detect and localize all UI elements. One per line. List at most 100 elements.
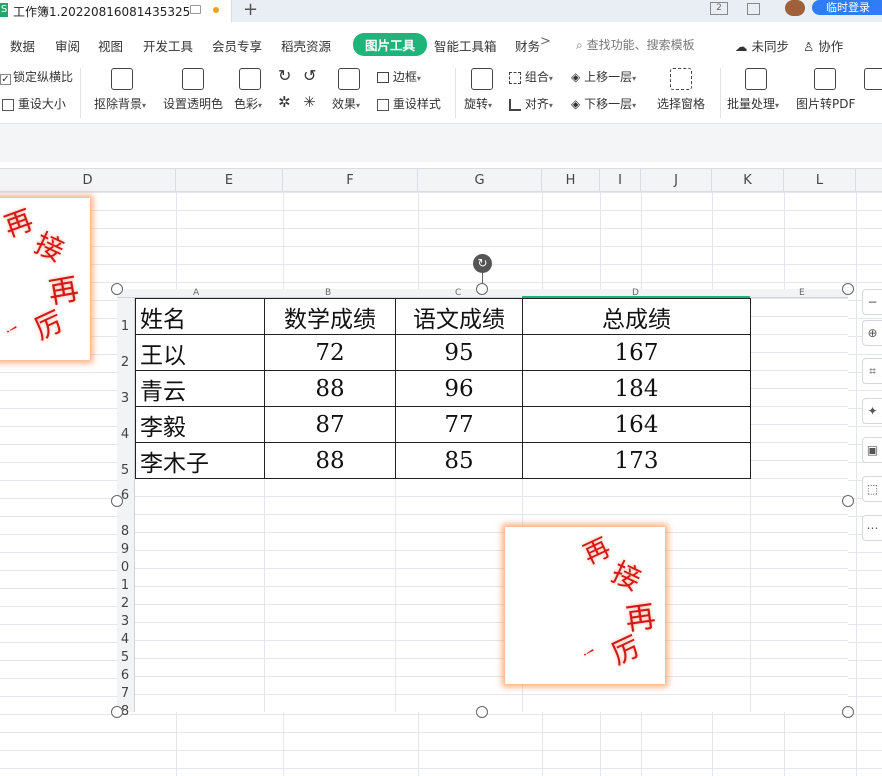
menu-developer[interactable]: 开发工具 bbox=[143, 36, 193, 55]
brightness-down-icon[interactable]: ✳ bbox=[303, 93, 316, 111]
window-count-icon[interactable]: 2 bbox=[710, 2, 728, 15]
cell-math: 87 bbox=[264, 406, 396, 443]
table-row: 李木子 88 85 173 bbox=[135, 442, 751, 479]
bulb-icon[interactable]: ✦ bbox=[862, 398, 882, 424]
grid-apps-icon[interactable] bbox=[747, 3, 760, 15]
menu-finance[interactable]: 财务 bbox=[515, 36, 540, 55]
ribbon-separator bbox=[455, 68, 456, 118]
user-avatar[interactable] bbox=[785, 0, 805, 16]
cell-total: 167 bbox=[522, 334, 751, 371]
monitor-icon[interactable] bbox=[190, 5, 201, 14]
resize-handle[interactable] bbox=[111, 283, 123, 295]
sync-status[interactable]: ☁ 未同步 bbox=[735, 36, 789, 55]
image-row-number: 9 bbox=[120, 542, 130, 557]
image-row-number: 3 bbox=[120, 391, 130, 406]
image-row-number: 1 bbox=[120, 319, 130, 334]
column-header-h[interactable]: H bbox=[542, 169, 600, 193]
resize-handle[interactable] bbox=[111, 495, 123, 507]
send-backward-label: 下移一层 bbox=[584, 97, 633, 111]
color-icon bbox=[239, 68, 261, 90]
column-header-d[interactable]: D bbox=[0, 169, 176, 193]
image-icon[interactable]: ▣ bbox=[862, 437, 882, 463]
app-window: S 工作簿1.20220816081435325 + 2 临时登录 数据 审阅 … bbox=[0, 0, 882, 776]
rotate-right-icon[interactable]: ↺ bbox=[303, 66, 316, 85]
rotate-left-icon[interactable]: ↻ bbox=[278, 66, 291, 85]
cutout-icon[interactable]: ⬚ bbox=[862, 476, 882, 502]
effects-button[interactable]: 效果▾ bbox=[332, 95, 360, 112]
cell-name: 李毅 bbox=[135, 406, 265, 443]
resize-handle[interactable] bbox=[842, 283, 854, 295]
zoom-out-icon[interactable]: − bbox=[862, 289, 882, 315]
image-row-number: 1 bbox=[120, 578, 130, 593]
more-tool-icon[interactable] bbox=[864, 68, 882, 90]
resize-handle[interactable] bbox=[476, 283, 488, 295]
color-button[interactable]: 色彩▾ bbox=[234, 95, 262, 112]
menu-more-chevron-icon[interactable]: > bbox=[540, 34, 551, 49]
feature-search[interactable]: ⌕ 查找功能、搜索模板 bbox=[576, 36, 695, 53]
image-row-number: 7 bbox=[120, 686, 130, 701]
document-tab[interactable]: S 工作簿1.20220816081435325 bbox=[0, 0, 232, 22]
align-button[interactable]: 对齐▾ bbox=[509, 95, 553, 112]
header-total: 总成绩 bbox=[522, 298, 751, 335]
reset-size-icon bbox=[2, 98, 14, 111]
resize-handle[interactable] bbox=[111, 706, 123, 718]
selection-pane-button[interactable]: 选择窗格 bbox=[657, 95, 705, 112]
table-image[interactable]: A B C D E 1 2 3 4 5 6 8 9 0 1 2 3 4 5 6 … bbox=[117, 289, 848, 719]
remove-background-button[interactable]: 抠除背景▾ bbox=[94, 95, 146, 112]
cell-math: 88 bbox=[264, 370, 396, 407]
table-row: 李毅 87 77 164 bbox=[135, 406, 751, 443]
image-row-number: 0 bbox=[120, 560, 130, 575]
lock-ratio-checkbox[interactable]: ✓ 锁定纵横比 bbox=[0, 68, 73, 85]
menu-smart-toolbox[interactable]: 智能工具箱 bbox=[434, 36, 497, 55]
ribbon-separator bbox=[720, 68, 721, 118]
menu-data[interactable]: 数据 bbox=[10, 36, 35, 55]
pic-to-pdf-button[interactable]: 图片转PDF bbox=[796, 95, 855, 112]
selection-pane-icon bbox=[670, 68, 692, 90]
column-header-f[interactable]: F bbox=[283, 169, 418, 193]
collab-label: 协作 bbox=[818, 39, 844, 54]
reset-style-button[interactable]: 重设样式 bbox=[377, 95, 441, 112]
cell-name: 李木子 bbox=[135, 442, 265, 479]
batch-process-icon bbox=[745, 68, 767, 90]
ribbon-separator bbox=[80, 68, 81, 118]
column-header-e[interactable]: E bbox=[176, 169, 283, 193]
resize-handle[interactable] bbox=[842, 495, 854, 507]
send-backward-button[interactable]: ◈ 下移一层▾ bbox=[571, 95, 636, 112]
column-header-j[interactable]: J bbox=[641, 169, 712, 193]
brightness-up-icon[interactable]: ✲ bbox=[278, 93, 291, 111]
crop-icon[interactable]: ⌗ bbox=[862, 358, 882, 384]
rotate-button[interactable]: 旋转▾ bbox=[464, 95, 492, 112]
zoom-in-icon[interactable]: ⊕ bbox=[862, 320, 882, 346]
resize-handle[interactable] bbox=[842, 706, 854, 718]
title-bar: S 工作簿1.20220816081435325 + 2 临时登录 bbox=[0, 0, 882, 22]
resize-handle[interactable] bbox=[476, 706, 488, 718]
menu-review[interactable]: 审阅 bbox=[55, 36, 80, 55]
stamp-image-bottom-right[interactable]: 再 接 再 厉 ! bbox=[505, 527, 665, 684]
formula-area bbox=[0, 124, 882, 162]
column-header-i[interactable]: I bbox=[600, 169, 641, 193]
reset-size-button[interactable]: 重设大小 bbox=[2, 95, 66, 112]
temp-login-button[interactable]: 临时登录 bbox=[812, 0, 882, 15]
unsaved-dot-icon bbox=[213, 7, 219, 13]
column-header-l[interactable]: L bbox=[784, 169, 856, 193]
column-header-g[interactable]: G bbox=[418, 169, 542, 193]
stamp-char: ! bbox=[2, 323, 20, 337]
menu-view[interactable]: 视图 bbox=[98, 36, 123, 55]
menu-member[interactable]: 会员专享 bbox=[212, 36, 262, 55]
group-button[interactable]: 组合▾ bbox=[509, 68, 553, 85]
more-icon[interactable]: ⋯ bbox=[862, 515, 882, 541]
bring-forward-button[interactable]: ◈ 上移一层▾ bbox=[571, 68, 636, 85]
cell-chinese: 77 bbox=[395, 406, 523, 443]
rotate-handle-icon[interactable]: ↻ bbox=[473, 254, 492, 273]
column-header-bar: D E F G H I J K L bbox=[0, 168, 882, 193]
batch-process-button[interactable]: 批量处理▾ bbox=[727, 95, 779, 112]
new-tab-button[interactable]: + bbox=[243, 0, 258, 20]
column-header-k[interactable]: K bbox=[712, 169, 784, 193]
menu-docer[interactable]: 稻壳资源 bbox=[281, 36, 331, 55]
set-transparent-button[interactable]: 设置透明色 bbox=[163, 95, 223, 112]
border-button[interactable]: 边框▾ bbox=[377, 68, 421, 85]
menu-picture-tools[interactable]: 图片工具 bbox=[353, 33, 428, 56]
border-icon bbox=[377, 72, 389, 83]
stamp-image-top-left[interactable]: 再 接 再 厉 ! bbox=[0, 198, 90, 360]
collab-button[interactable]: ♙ 协作 bbox=[803, 36, 843, 55]
